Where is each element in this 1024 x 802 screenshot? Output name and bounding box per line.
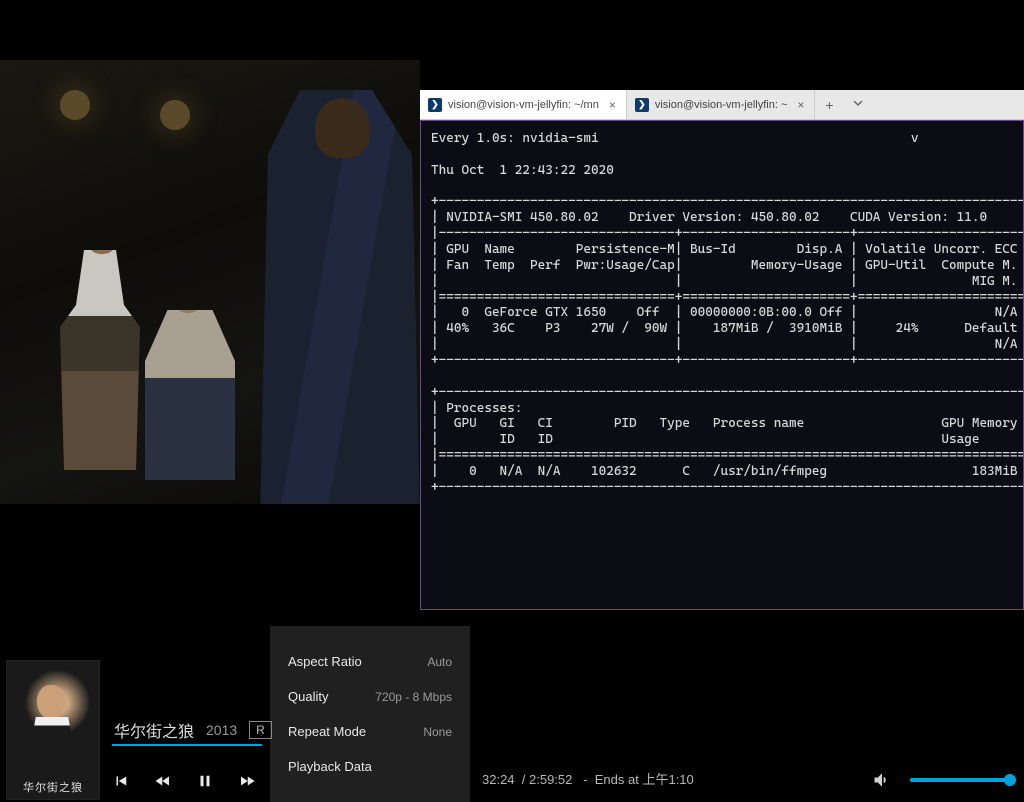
settings-label: Quality xyxy=(288,689,328,704)
settings-label: Playback Data xyxy=(288,759,372,774)
poster-caption: 华尔街之狼 xyxy=(7,779,99,795)
lamp-decor xyxy=(160,100,190,130)
separator: |-------------------------------+-------… xyxy=(431,226,1024,241)
volume-thumb[interactable] xyxy=(1004,774,1016,786)
watch-header: Every 1.0s: nvidia-smi xyxy=(431,131,599,146)
nvsmi-header: | | | MIG M. xyxy=(431,274,1024,289)
person-figure xyxy=(60,250,140,470)
volume-fill xyxy=(910,778,1010,782)
nvsmi-gpu-row: | 0 GeForce GTX 1650 Off | 00000000:0B:0… xyxy=(431,305,1024,320)
volume-slider[interactable] xyxy=(910,778,1010,782)
skip-previous-icon xyxy=(112,772,130,790)
rewind-icon xyxy=(154,772,172,790)
video-frame[interactable] xyxy=(0,60,420,504)
total-time: 2:59:52 xyxy=(529,772,572,787)
rewind-button[interactable] xyxy=(154,772,172,790)
person-figure xyxy=(145,310,235,480)
separator: +---------------------------------------… xyxy=(431,194,1024,209)
nvsmi-proc-cols: | ID ID Usage xyxy=(431,432,1024,447)
settings-row-repeat-mode[interactable]: Repeat Mode None xyxy=(270,714,470,749)
fast-forward-button[interactable] xyxy=(238,772,256,790)
nvsmi-proc-cols: | GPU GI CI PID Type Process name GPU Me… xyxy=(431,416,1024,431)
volume-button[interactable] xyxy=(872,770,892,790)
pause-icon xyxy=(196,772,214,790)
nvsmi-proc-row: | 0 N/A N/A 102632 C /usr/bin/ffmpeg 183… xyxy=(431,464,1024,479)
previous-track-button[interactable] xyxy=(112,772,130,790)
settings-row-playback-data[interactable]: Playback Data xyxy=(270,749,470,784)
playback-settings-menu: Aspect Ratio Auto Quality 720p - 8 Mbps … xyxy=(270,626,470,802)
nvsmi-header: | Fan Temp Perf Pwr:Usage/Cap| Memory-Us… xyxy=(431,258,1024,273)
person-figure xyxy=(260,90,420,504)
media-year: 2013 xyxy=(206,722,237,738)
terminal-tabbar: vision@vision-vm-jellyfin: ~/mn × vision… xyxy=(420,90,1024,120)
separator: +-------------------------------+-------… xyxy=(431,353,1024,368)
separator: +---------------------------------------… xyxy=(431,385,1024,400)
terminal-tab-title: vision@vision-vm-jellyfin: ~/mn xyxy=(448,99,599,111)
close-icon[interactable]: × xyxy=(797,98,804,112)
separator: |=======================================… xyxy=(431,448,1024,463)
close-icon[interactable]: × xyxy=(609,98,616,112)
current-time: 32:24 xyxy=(482,772,515,787)
tab-dropdown-button[interactable] xyxy=(844,96,872,114)
settings-value: 720p - 8 Mbps xyxy=(375,690,452,704)
timestamp: Thu Oct 1 22:43:22 2020 xyxy=(431,163,614,178)
rating-badge: R xyxy=(249,721,272,739)
title-underline xyxy=(112,744,262,746)
pause-button[interactable] xyxy=(196,772,214,790)
settings-label: Repeat Mode xyxy=(288,724,366,739)
terminal-icon xyxy=(635,98,649,112)
terminal-icon xyxy=(428,98,442,112)
settings-row-aspect-ratio[interactable]: Aspect Ratio Auto xyxy=(270,644,470,679)
terminal-window: vision@vision-vm-jellyfin: ~/mn × vision… xyxy=(420,90,1024,610)
settings-label: Aspect Ratio xyxy=(288,654,362,669)
terminal-tab[interactable]: vision@vision-vm-jellyfin: ~/mn × xyxy=(420,90,627,119)
video-scene xyxy=(0,60,420,504)
terminal-tab-title: vision@vision-vm-jellyfin: ~ xyxy=(655,99,788,111)
nvsmi-version: | NVIDIA-SMI 450.80.02 Driver Version: 4… xyxy=(431,210,1002,225)
terminal-tab[interactable]: vision@vision-vm-jellyfin: ~ × xyxy=(627,90,816,119)
terminal-output[interactable]: Every 1.0s: nvidia-smi v Thu Oct 1 22:43… xyxy=(420,120,1024,610)
separator: +---------------------------------------… xyxy=(431,480,1024,495)
settings-value: Auto xyxy=(427,655,452,669)
separator: |===============================+=======… xyxy=(431,290,1024,305)
lamp-decor xyxy=(60,90,90,120)
fast-forward-icon xyxy=(238,772,256,790)
nvsmi-header: | GPU Name Persistence-M| Bus-Id Disp.A … xyxy=(431,242,1024,257)
nvsmi-gpu-row: | 40% 36C P3 27W / 90W | 187MiB / 3910Mi… xyxy=(431,321,1024,336)
volume-icon xyxy=(872,770,892,790)
volume-controls xyxy=(872,770,1010,790)
transport-controls xyxy=(112,772,256,790)
settings-value: None xyxy=(423,725,452,739)
new-tab-button[interactable]: + xyxy=(815,97,843,113)
nvsmi-gpu-row: | | | N/A xyxy=(431,337,1024,352)
time-display: 32:24 / 2:59:52 - Ends at 上午1:10 xyxy=(482,769,694,788)
settings-row-quality[interactable]: Quality 720p - 8 Mbps xyxy=(270,679,470,714)
nvsmi-proc-header: | Processes: xyxy=(431,401,1024,416)
ends-at: Ends at 上午1:10 xyxy=(595,772,694,787)
media-title: 华尔街之狼 xyxy=(114,718,194,742)
media-poster[interactable]: 华尔街之狼 xyxy=(6,660,100,800)
chevron-down-icon xyxy=(852,97,864,109)
